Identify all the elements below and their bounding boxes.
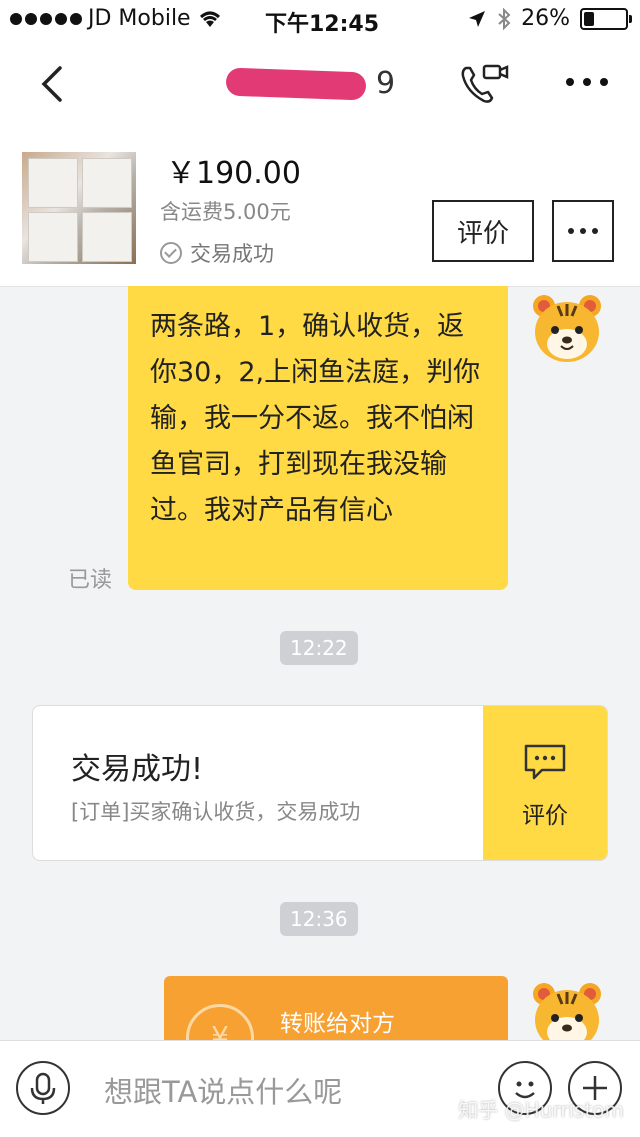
signal-icon — [10, 12, 82, 25]
read-receipt: 已读 — [68, 568, 113, 593]
tiger-avatar-icon[interactable] — [528, 290, 606, 368]
deal-card-title: 交易成功! — [71, 752, 204, 787]
deal-card-subtitle: [订单]买家确认收货，交易成功 — [71, 800, 361, 824]
message-input[interactable]: 想跟TA说点什么呢 — [104, 1069, 342, 1111]
timestamp-chip: 12:22 — [280, 631, 358, 665]
product-thumbnail[interactable] — [22, 152, 136, 264]
redaction-mark — [225, 67, 367, 101]
watermark: 知乎 @Hurristom — [458, 1098, 624, 1122]
location-arrow-icon — [469, 10, 486, 27]
deal-status-label: 交易成功 — [190, 242, 274, 266]
product-more-button[interactable] — [552, 200, 614, 262]
tiger-avatar-icon[interactable] — [528, 978, 606, 1040]
shipping-fee: 含运费5.00元 — [160, 200, 291, 224]
contact-name-tail: 9 — [376, 66, 396, 101]
check-circle-icon — [160, 242, 182, 264]
phone-video-icon[interactable] — [458, 62, 512, 106]
bluetooth-icon — [498, 7, 511, 30]
wifi-icon — [199, 11, 220, 27]
product-card[interactable]: ￥190.00 含运费5.00元 交易成功 评价 — [0, 128, 640, 287]
deal-card-rate-label: 评价 — [522, 803, 568, 829]
deal-card-rate-button[interactable]: 评价 — [483, 706, 607, 860]
back-arrow-icon[interactable] — [34, 62, 74, 106]
more-options-icon[interactable] — [566, 78, 608, 86]
contact-name: 9 — [225, 66, 396, 102]
product-price: ￥190.00 — [166, 156, 301, 191]
status-time: 下午12:45 — [265, 12, 380, 37]
carrier-name: JD Mobile — [88, 6, 191, 31]
microphone-icon — [30, 1072, 56, 1104]
battery-fill — [584, 11, 594, 26]
nav-bar: 9 — [0, 40, 640, 128]
transfer-label: 转账给对方 — [280, 1011, 395, 1037]
battery-percent: 26% — [521, 6, 570, 31]
transfer-card[interactable]: ¥ 转账给对方 — [164, 976, 508, 1046]
deal-status: 交易成功 — [160, 238, 274, 268]
status-right: 26% — [467, 6, 632, 31]
battery-icon — [580, 7, 632, 30]
status-bar: JD Mobile 下午12:45 26% — [0, 0, 640, 40]
chat-bubble-icon — [524, 744, 566, 780]
timestamp-chip: 12:36 — [280, 902, 358, 936]
rate-button[interactable]: 评价 — [432, 200, 534, 262]
deal-success-card[interactable]: 交易成功! [订单]买家确认收货，交易成功 评价 — [32, 705, 608, 861]
message-bubble[interactable]: 两条路，1，确认收货，返你30，2,上闲鱼法庭，判你输，我一分不返。我不怕闲鱼官… — [128, 286, 508, 590]
carrier-group: JD Mobile — [10, 6, 223, 31]
voice-input-button[interactable] — [16, 1061, 70, 1115]
